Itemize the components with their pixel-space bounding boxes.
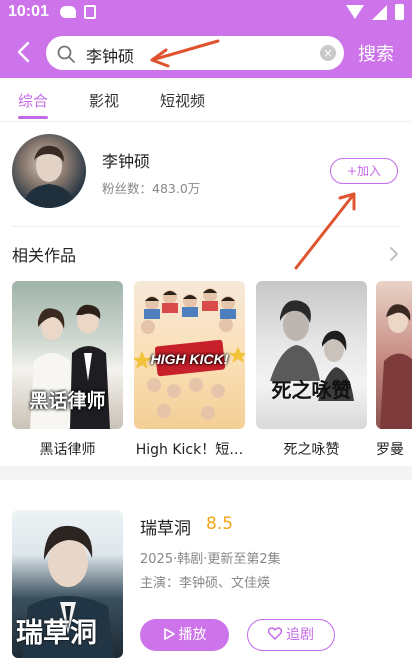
search-header: 李钟硕 × 搜索	[0, 26, 412, 78]
back-icon	[17, 41, 30, 63]
search-input[interactable]: 李钟硕	[86, 43, 134, 67]
follow-label: 追剧	[286, 627, 314, 643]
search-box[interactable]: 李钟硕 ×	[46, 36, 344, 70]
tab-short-video[interactable]: 短视频	[160, 90, 205, 111]
artist-name[interactable]: 李钟硕	[102, 148, 150, 172]
play-icon	[163, 628, 175, 640]
status-time: 10:01	[8, 3, 49, 20]
poster-art	[380, 304, 412, 429]
work-label[interactable]: 罗曼	[376, 439, 412, 459]
artist-card[interactable]: 李钟硕 粉丝数：483.0万 +加入	[0, 122, 412, 228]
tab-active-indicator	[18, 116, 48, 119]
poster-title: 黑话律师	[29, 390, 106, 412]
work-poster[interactable]	[376, 281, 412, 429]
avatar-portrait	[22, 145, 76, 208]
search-icon	[57, 45, 75, 63]
back-button[interactable]	[12, 38, 38, 66]
divider	[12, 226, 400, 227]
battery-icon	[395, 4, 404, 20]
work-item[interactable]: HIGH KICK! High Kick！短…	[134, 281, 245, 459]
drama-poster[interactable]: 瑞草洞	[12, 510, 123, 658]
join-button[interactable]: +加入	[330, 158, 398, 184]
tab-film-tv[interactable]: 影视	[89, 90, 119, 111]
section-separator	[0, 466, 412, 480]
chat-notification-icon	[60, 6, 76, 18]
signal-icon	[372, 4, 387, 20]
work-label[interactable]: High Kick！短…	[134, 439, 245, 459]
drama-title[interactable]: 瑞草洞	[140, 514, 191, 539]
heart-icon	[267, 627, 283, 640]
play-button[interactable]: 播放	[140, 619, 229, 651]
artist-avatar[interactable]	[12, 134, 86, 208]
result-tabs: 综合 影视 短视频	[0, 78, 412, 122]
drama-rating: 8.5	[206, 514, 234, 534]
system-icons	[346, 4, 404, 20]
drama-cast: 主演：李钟硕、文佳煐	[140, 576, 271, 591]
related-works-title: 相关作品	[12, 246, 77, 265]
work-item[interactable]: 罗曼	[376, 281, 412, 459]
work-item[interactable]: 死之咏赞 死之咏赞	[256, 281, 367, 459]
poster-title: 死之咏赞	[271, 378, 352, 402]
follow-button[interactable]: 追剧	[247, 619, 335, 651]
work-label[interactable]: 黑话律师	[12, 439, 123, 459]
clear-icon[interactable]: ×	[320, 45, 336, 61]
tab-comprehensive[interactable]: 综合	[18, 90, 48, 111]
work-poster[interactable]: HIGH KICK!	[134, 281, 245, 429]
play-label: 播放	[178, 627, 207, 643]
search-button[interactable]: 搜索	[358, 40, 394, 66]
chevron-right-icon[interactable]	[388, 246, 400, 262]
status-bar: 10:01	[0, 0, 412, 26]
poster-title: 瑞草洞	[16, 618, 97, 649]
artist-fans: 粉丝数：483.0万	[102, 181, 201, 196]
work-poster[interactable]: 黑话律师	[12, 281, 123, 429]
poster-art	[270, 300, 354, 401]
app-notification-icon	[84, 5, 96, 19]
poster-title: HIGH KICK!	[150, 351, 229, 367]
work-label[interactable]: 死之咏赞	[256, 439, 367, 459]
work-item[interactable]: 黑话律师 黑话律师	[12, 281, 123, 459]
wifi-icon	[346, 5, 364, 19]
drama-result[interactable]: 瑞草洞 瑞草洞 8.5 2025·韩剧·更新至第2集 主演：李钟硕、文佳煐 播放…	[0, 480, 412, 658]
work-poster[interactable]: 死之咏赞	[256, 281, 367, 429]
drama-meta: 2025·韩剧·更新至第2集	[140, 552, 281, 567]
